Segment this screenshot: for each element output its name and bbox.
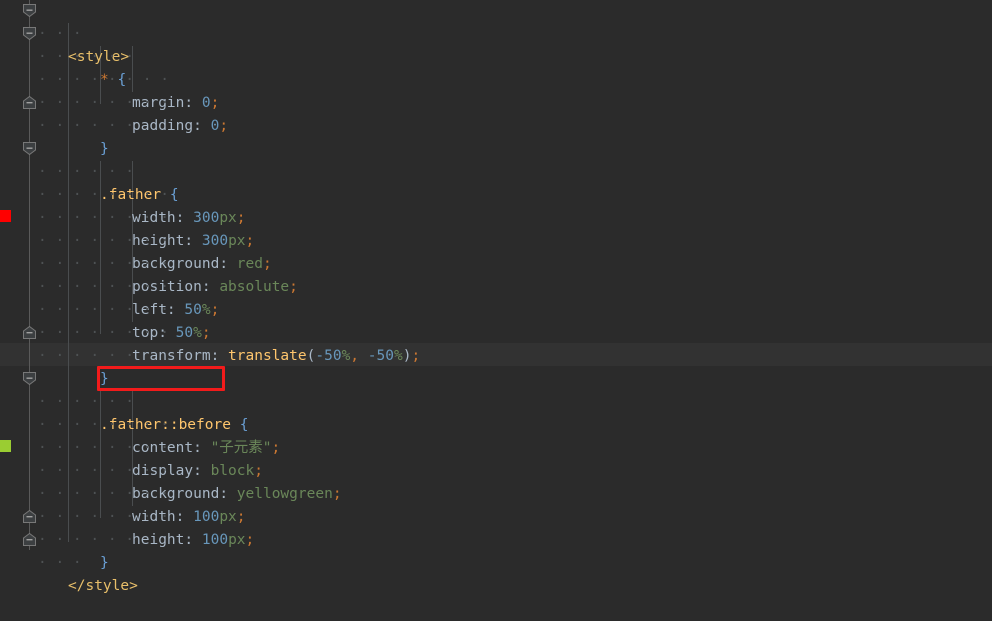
code-line-blank[interactable] [0,115,992,138]
code-line[interactable]: · · · · · · .father { [0,138,992,161]
code-content[interactable]: · · · <style> · · · · · · * { · · · · · … [0,0,992,550]
code-line[interactable]: · · · · · · · · background: red; [0,207,992,230]
token-brace-close: } [100,555,109,571]
code-line[interactable]: · · · · · · · · display: block; [0,414,992,437]
code-line[interactable]: · · · · · · .father::before { [0,368,992,391]
code-line[interactable]: · · · <style> [0,0,992,23]
code-line[interactable]: · · · · · · · · width: 300px; [0,161,992,184]
whitespace-dots: · · · [38,552,82,575]
code-line[interactable]: · · · · · · · · width: 100px; [0,460,992,483]
code-line[interactable]: · · · · · · } [0,92,992,115]
code-line[interactable]: · · · · · · · · height: 100px; [0,483,992,506]
code-line[interactable]: · · · · · · · · background: yellowgreen; [0,437,992,460]
code-editor[interactable]: · · · <style> · · · · · · * { · · · · · … [0,0,992,550]
code-line[interactable]: · · · · · · · · position: absolute; [0,230,992,253]
code-line[interactable]: · · · </style> [0,529,992,552]
code-line-blank[interactable] [0,345,992,368]
code-line[interactable]: · · · · · · · · top: 50%; [0,276,992,299]
code-line[interactable]: · · · · · · * { [0,23,992,46]
code-line[interactable]: · · · · · · · · left: 50%; [0,253,992,276]
code-line[interactable]: · · · · · · } [0,506,992,529]
code-line[interactable]: · · · · · · } [0,322,992,345]
code-line[interactable]: · · · · · · · · height: 300px; [0,184,992,207]
code-line[interactable]: · · · · · · · · content: "子元素"; [0,391,992,414]
token-style-close: </style> [68,578,138,594]
code-line[interactable]: · · · · · · · · margin: 0; [0,46,992,69]
code-line[interactable]: · · · · · · · · padding: 0; [0,69,992,92]
code-line[interactable]: · · · · · · · · transform: translate(-50… [0,299,992,322]
